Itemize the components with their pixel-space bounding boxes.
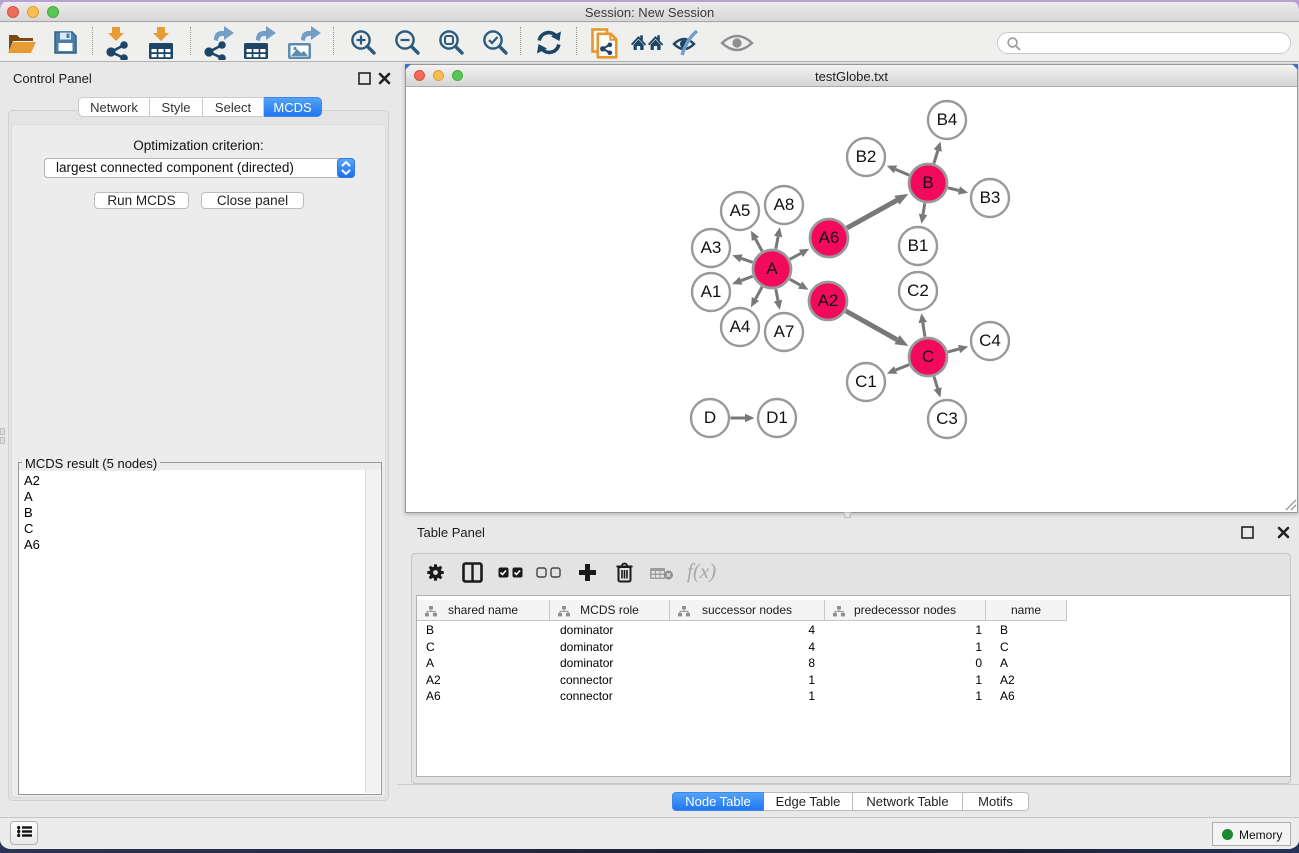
svg-text:D: D — [704, 408, 716, 427]
svg-text:A3: A3 — [701, 238, 722, 257]
svg-text:A4: A4 — [730, 317, 751, 336]
svg-text:B: B — [922, 173, 933, 192]
svg-text:B2: B2 — [856, 147, 877, 166]
svg-text:A2: A2 — [818, 291, 839, 310]
svg-text:A8: A8 — [774, 195, 795, 214]
svg-text:C: C — [922, 347, 934, 366]
svg-text:C4: C4 — [979, 331, 1001, 350]
svg-text:B1: B1 — [908, 236, 929, 255]
svg-text:B4: B4 — [937, 110, 958, 129]
svg-text:C3: C3 — [936, 409, 958, 428]
svg-text:A1: A1 — [701, 282, 722, 301]
svg-text:A6: A6 — [819, 228, 840, 247]
svg-text:A7: A7 — [774, 322, 795, 341]
svg-text:C1: C1 — [855, 372, 877, 391]
svg-text:C2: C2 — [907, 281, 929, 300]
svg-text:A5: A5 — [730, 201, 751, 220]
svg-text:A: A — [766, 259, 778, 278]
svg-text:B3: B3 — [980, 188, 1001, 207]
svg-text:D1: D1 — [766, 408, 788, 427]
